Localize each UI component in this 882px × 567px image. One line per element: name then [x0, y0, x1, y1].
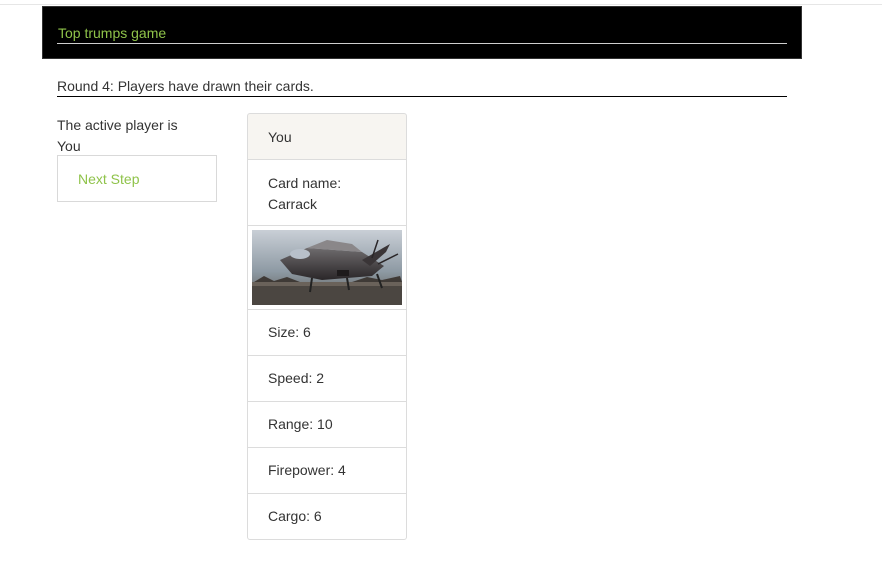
card-name-label: Card name:: [268, 175, 342, 191]
active-player-name: You: [57, 138, 81, 154]
top-divider: [0, 4, 882, 5]
page-header: Top trumps game: [42, 6, 802, 59]
active-player-info: The active player is You: [57, 115, 207, 157]
card-name-value: Carrack: [268, 196, 318, 212]
stat-speed[interactable]: Speed: 2: [247, 355, 407, 402]
round-divider: [57, 96, 787, 97]
round-status: Round 4: Players have drawn their cards.: [57, 78, 314, 94]
stat-range[interactable]: Range: 10: [247, 401, 407, 448]
active-player-label: The active player is: [57, 117, 178, 133]
header-divider: [57, 43, 787, 44]
player-card: You Card name: Carrack Size: 6 Speed: 2 …: [247, 113, 407, 540]
card-image-section: [247, 225, 407, 310]
stat-size[interactable]: Size: 6: [247, 309, 407, 356]
stat-cargo[interactable]: Cargo: 6: [247, 493, 407, 540]
spaceship-image: [252, 230, 402, 305]
stat-firepower[interactable]: Firepower: 4: [247, 447, 407, 494]
card-owner: You: [247, 113, 407, 160]
card-name-section: Card name: Carrack: [247, 159, 407, 226]
page-title: Top trumps game: [58, 25, 167, 41]
next-step-button[interactable]: Next Step: [57, 155, 217, 202]
